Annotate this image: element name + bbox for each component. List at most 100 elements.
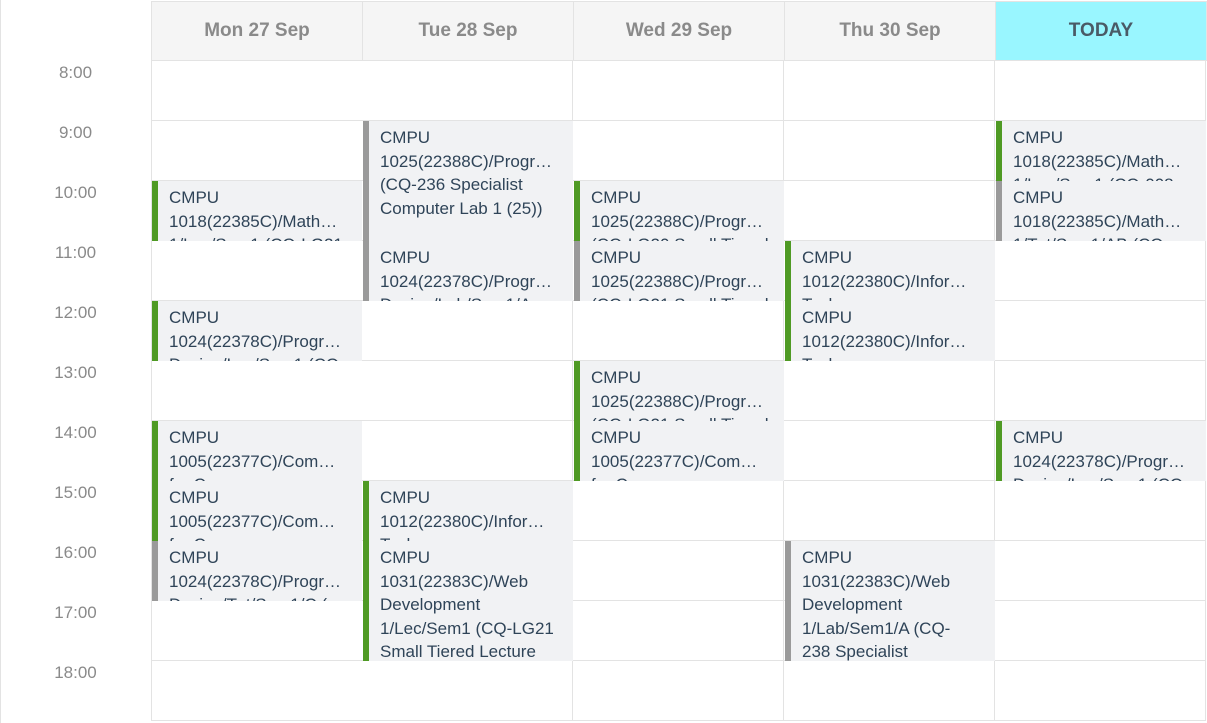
event-detail-line: Computer Lab 1 (25)) <box>380 198 543 218</box>
event-detail-line: 1018(22385C)/Math… <box>169 211 338 231</box>
event-module-code: CMPU <box>802 548 853 567</box>
event-detail-line: Tech <box>802 293 989 301</box>
timetable-event[interactable]: CMPU 1031(22383C)/Web Development 1/Lab/Sem… <box>785 541 995 661</box>
event-module-code: CMPU <box>1013 428 1064 447</box>
day-header[interactable]: Wed 29 Sep <box>573 1 785 61</box>
day-header[interactable]: Tue 28 Sep <box>362 1 574 61</box>
time-slot-cell[interactable] <box>995 601 1206 661</box>
event-detail-line: (CQ-LG21 Small Tiered <box>591 293 778 301</box>
event-module-code: CMPU <box>169 488 220 507</box>
event-detail-line: 1012(22380C)/Infor… <box>380 511 545 531</box>
timetable-event[interactable]: CMPU 1018(22385C)/Math… 1/Tut/Sem1/AB (CQ- <box>996 181 1206 241</box>
event-detail-line: 1025(22388C)/Progr… <box>591 271 763 291</box>
time-slot-cell[interactable] <box>573 541 784 601</box>
time-slot-cell[interactable] <box>573 601 784 661</box>
timetable-event[interactable]: CMPU 1005(22377C)/Com… for Com <box>152 481 362 541</box>
event-module-code: CMPU <box>169 548 220 567</box>
time-slot-cell[interactable] <box>362 421 573 481</box>
day-header[interactable]: Thu 30 Sep <box>784 1 996 61</box>
timetable-event[interactable]: CMPU 1012(22380C)/Infor… Tech <box>785 241 995 301</box>
time-slot-cell[interactable] <box>995 661 1206 721</box>
event-module-code: CMPU <box>591 368 642 387</box>
event-module-code: CMPU <box>380 488 431 507</box>
timetable-event[interactable]: CMPU 1005(22377C)/Com… for Com <box>152 421 362 481</box>
time-slot-cell[interactable] <box>784 181 995 241</box>
time-label: 8:00 <box>58 63 93 82</box>
event-detail-line: 1005(22377C)/Com… <box>169 511 336 531</box>
timetable-event[interactable]: CMPU 1012(22380C)/Infor… Tech <box>363 481 573 541</box>
time-label: 9:00 <box>58 123 93 142</box>
timetable-event[interactable]: CMPU 1025(22388C)/Progr… (CQ-236 Specialis… <box>363 121 573 241</box>
event-detail-line: Design/Tut/Sem1/C (CQ- <box>169 593 356 601</box>
timetable-event[interactable]: CMPU 1012(22380C)/Infor… Tech <box>785 301 995 361</box>
time-slot-cell[interactable] <box>362 661 573 721</box>
event-module-code: CMPU <box>169 308 220 327</box>
event-detail-line: Small Tiered Lecture <box>380 642 536 661</box>
time-slot-cell[interactable] <box>362 361 573 421</box>
time-slot-cell[interactable] <box>573 121 784 181</box>
event-module-code: CMPU <box>591 428 642 447</box>
event-detail-line: Development <box>380 595 481 614</box>
time-slot-cell[interactable] <box>151 601 363 661</box>
time-slot-cell[interactable] <box>995 541 1206 601</box>
timetable-event[interactable]: CMPU 1018(22385C)/Math… 1/Lec/Sem1 (CQ-LG2… <box>152 181 362 241</box>
event-module-code: CMPU <box>802 308 853 327</box>
event-detail-line: 1024(22378C)/Progr… <box>1013 451 1185 471</box>
time-slot-cell[interactable] <box>784 481 995 541</box>
event-detail-line: (CQ-LG21 Small Tiered <box>591 413 778 421</box>
event-detail-line: 1/Lec/Sem1 (CQ-008 <box>1013 173 1200 181</box>
time-slot-cell[interactable] <box>151 361 363 421</box>
event-detail-line: 1024(22378C)/Progr… <box>380 271 552 291</box>
time-slot-cell[interactable] <box>784 661 995 721</box>
event-detail-line: 238 Specialist <box>802 642 908 661</box>
time-slot-cell[interactable] <box>362 301 573 361</box>
time-slot-cell[interactable] <box>573 661 784 721</box>
time-slot-cell[interactable] <box>151 121 363 181</box>
event-detail-line: for Com <box>591 473 778 481</box>
time-slot-cell[interactable] <box>784 421 995 481</box>
time-slot-cell[interactable] <box>362 61 573 121</box>
timetable-event[interactable]: CMPU 1024(22378C)/Progr… Design/Lec/Sem1 (… <box>152 301 362 361</box>
time-slot-cell[interactable] <box>784 61 995 121</box>
event-detail-line: 1/Lab/Sem1/A (CQ- <box>802 618 951 638</box>
time-slot-cell[interactable] <box>573 481 784 541</box>
time-label: 12:00 <box>54 303 97 322</box>
event-detail-line: for Com <box>169 533 356 541</box>
event-detail-line: Development <box>802 595 903 614</box>
event-detail-line: Tech <box>380 533 567 541</box>
timetable-event[interactable]: CMPU 1018(22385C)/Math… 1/Lec/Sem1 (CQ-008 <box>996 121 1206 181</box>
time-slot-cell[interactable] <box>784 361 995 421</box>
event-module-code: CMPU <box>380 128 431 147</box>
time-slot-cell[interactable] <box>573 301 784 361</box>
time-slot-cell[interactable] <box>995 61 1206 121</box>
day-header[interactable]: Mon 27 Sep <box>151 1 363 61</box>
time-slot-cell[interactable] <box>784 121 995 181</box>
time-slot-cell[interactable] <box>995 301 1206 361</box>
timetable-event[interactable]: CMPU 1025(22388C)/Progr… (CQ-LG21 Small Ti… <box>574 361 784 421</box>
timetable-event[interactable]: CMPU 1024(22378C)/Progr… Design/Lec/Sem1 (… <box>996 421 1206 481</box>
event-module-code: CMPU <box>380 548 431 567</box>
time-label: 18:00 <box>54 663 97 682</box>
time-slot-cell[interactable] <box>151 661 363 721</box>
timetable-event[interactable]: CMPU 1025(22388C)/Progr… (CQ-LG21 Small Ti… <box>574 241 784 301</box>
event-detail-line: for Com <box>169 473 356 481</box>
time-label: 14:00 <box>54 423 97 442</box>
time-slot-cell[interactable] <box>151 241 363 301</box>
timetable-event[interactable]: CMPU 1031(22383C)/Web Development 1/Lec/Sem… <box>363 541 573 661</box>
event-module-code: CMPU <box>169 428 220 447</box>
time-slot-cell[interactable] <box>995 361 1206 421</box>
time-slot-cell[interactable] <box>151 61 363 121</box>
event-module-code: CMPU <box>802 248 853 267</box>
time-label: 16:00 <box>54 543 97 562</box>
timetable-event[interactable]: CMPU 1024(22378C)/Progr… Design/Tut/Sem1/C… <box>152 541 362 601</box>
event-detail-line: 1/Lec/Sem1 (CQ-LG21 <box>380 618 554 638</box>
timetable-event[interactable]: CMPU 1024(22378C)/Progr… Design/Lab/Sem1/A <box>363 241 573 301</box>
timetable-event[interactable]: CMPU 1005(22377C)/Com… for Com <box>574 421 784 481</box>
time-label: 17:00 <box>54 603 97 622</box>
time-slot-cell[interactable] <box>573 61 784 121</box>
time-slot-cell[interactable] <box>995 241 1206 301</box>
day-header-today[interactable]: TODAY <box>995 1 1207 61</box>
time-slot-cell[interactable] <box>995 481 1206 541</box>
event-module-code: CMPU <box>169 188 220 207</box>
timetable-event[interactable]: CMPU 1025(22388C)/Progr… (CQ-LG20 Small Ti… <box>574 181 784 241</box>
